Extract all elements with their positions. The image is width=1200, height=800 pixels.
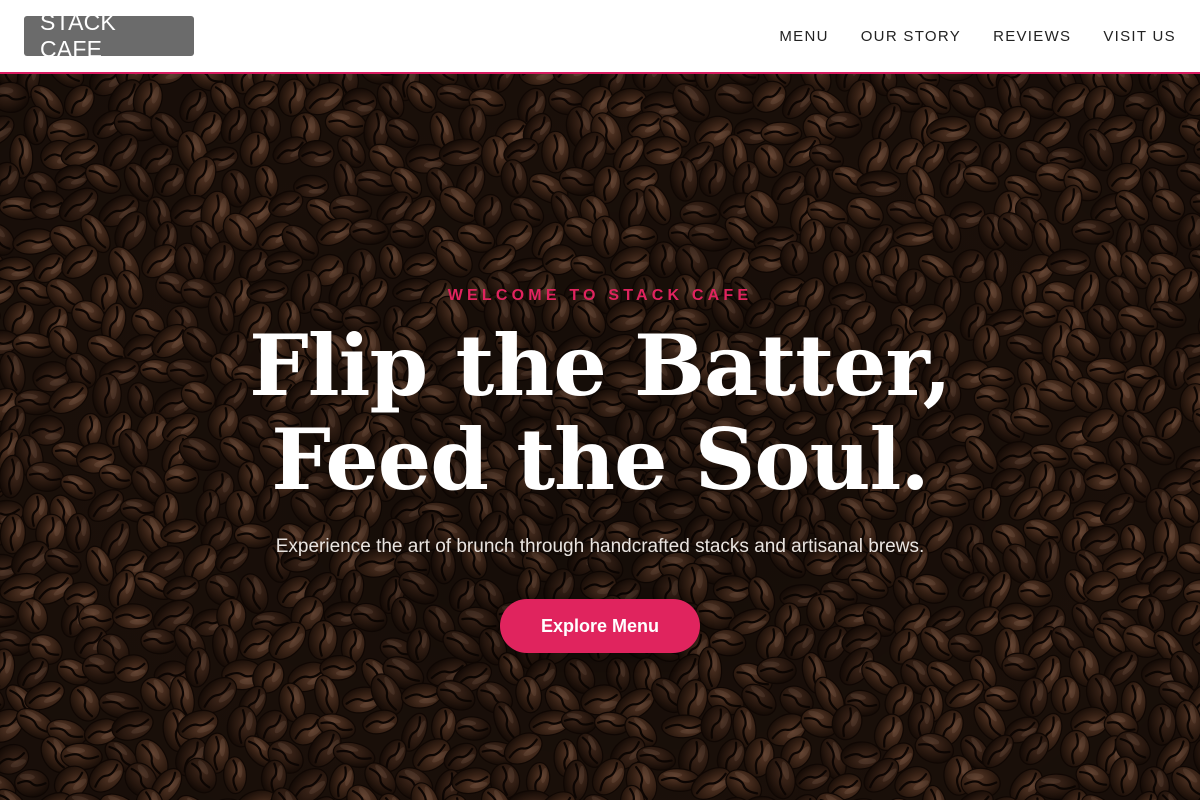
nav-link-visit-us[interactable]: VISIT US xyxy=(1103,28,1176,45)
explore-menu-button[interactable]: Explore Menu xyxy=(500,599,700,653)
site-header: STACK CAFE MENU OUR STORY REVIEWS VISIT … xyxy=(0,0,1200,74)
headline-line-1: Flip the Batter, xyxy=(249,316,952,415)
nav-link-reviews[interactable]: REVIEWS xyxy=(993,28,1071,45)
nav-link-menu[interactable]: MENU xyxy=(779,28,828,45)
hero-eyebrow: WELCOME TO STACK CAFE xyxy=(447,287,753,304)
nav-link-our-story[interactable]: OUR STORY xyxy=(861,28,961,45)
hero-subtitle: Experience the art of brunch through han… xyxy=(275,536,925,557)
hero-headline: Flip the Batter, Feed the Soul. xyxy=(249,316,952,509)
hero-section: WELCOME TO STACK CAFE Flip the Batter, F… xyxy=(0,74,1200,800)
logo[interactable]: STACK CAFE xyxy=(24,9,194,62)
headline-line-2: Feed the Soul. xyxy=(271,410,929,509)
main-nav: MENU OUR STORY REVIEWS VISIT US xyxy=(747,28,1176,45)
hero-content: WELCOME TO STACK CAFE Flip the Batter, F… xyxy=(0,74,1200,800)
